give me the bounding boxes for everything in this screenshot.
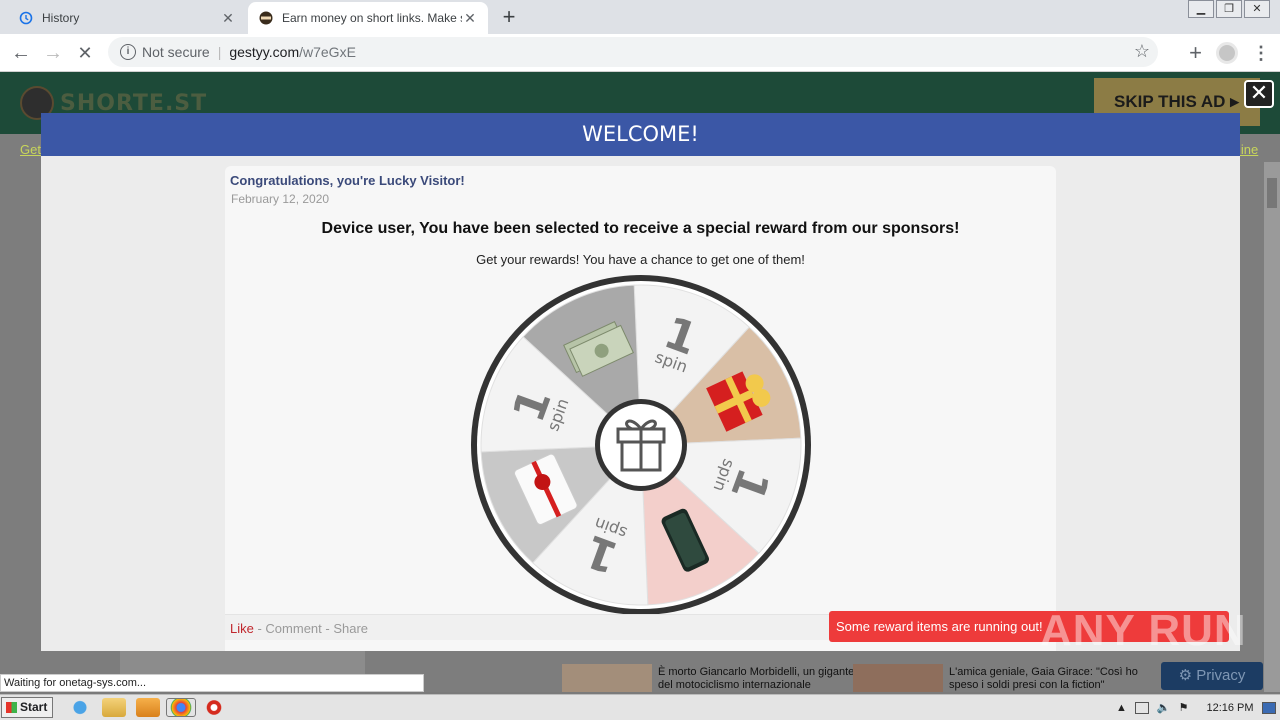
chrome-icon[interactable] [166,698,196,717]
menu-dots-icon[interactable]: ⋮ [1252,43,1270,64]
news-thumbnail [853,664,943,692]
separator: - [253,621,266,636]
like-link[interactable]: Like [230,621,254,636]
folder-icon[interactable] [102,698,126,717]
network-icon[interactable] [1134,701,1149,714]
info-icon[interactable]: i [120,44,136,60]
reward-card: Congratulations, you're Lucky Visitor! F… [225,166,1056,651]
news-headline: È morto Giancarlo Morbidelli, un gigante… [658,666,855,691]
bookmark-star-icon[interactable]: ☆ [1134,41,1150,62]
stop-loading-icon[interactable]: ✕ [72,40,98,66]
news-thumbnail [562,664,652,692]
welcome-modal: WELCOME! Congratulations, you're Lucky V… [41,113,1240,651]
tab-history[interactable]: History ✕ [8,2,246,34]
start-button[interactable]: Start [1,697,53,718]
toolbar-actions: + ⋮ [1189,40,1270,66]
scrollbar-thumb[interactable] [1267,178,1277,208]
opera-icon[interactable] [202,698,226,717]
nav-link-left[interactable]: Get [20,142,41,157]
new-tab-button[interactable]: + [498,6,520,28]
prize-wheel[interactable]: 1spin1spin1spin1spin [470,274,812,616]
windows-logo-icon [6,702,17,713]
browser-toolbar: ← → ✕ i Not secure | gestyy.com/w7eGxE ☆… [0,34,1280,72]
close-ad-button[interactable]: ✕ [1244,80,1274,108]
reward-subtext: Get your rewards! You have a chance to g… [476,252,805,267]
start-label: Start [20,700,48,714]
social-actions: Like - Comment - Share [230,621,368,636]
nav-link-right[interactable]: line [1238,142,1258,157]
share-link[interactable]: Share [333,621,368,636]
clock: 12:16 PM [1206,701,1254,714]
url-host: gestyy.com [229,44,300,60]
ninja-favicon-icon [258,10,274,26]
tray-arrow-icon[interactable]: ▲ [1116,702,1127,714]
tab-close-icon[interactable]: ✕ [462,10,478,27]
back-arrow-icon[interactable]: ← [8,40,34,66]
close-window-button[interactable]: ✕ [1244,0,1270,18]
separator: | [217,44,222,60]
status-bar: Waiting for onetag-sys.com... [0,674,424,692]
congrats-heading: Congratulations, you're Lucky Visitor! [230,173,465,188]
ie-icon[interactable] [68,698,92,717]
minimize-button[interactable]: ▁ [1188,0,1214,18]
restore-button[interactable]: ❐ [1216,0,1242,18]
windows-taskbar: Start ▲ 🔈 ⚑ 12:16 PM [0,694,1280,720]
tab-shortest[interactable]: Earn money on short links. Make sho ✕ [248,2,488,34]
privacy-label: Privacy [1196,667,1246,684]
anyrun-watermark: ANY RUN [1040,606,1247,655]
tab-close-icon[interactable]: ✕ [220,10,236,27]
skip-ad-label: SKIP THIS AD [1114,92,1226,111]
tab-title: Earn money on short links. Make sho [282,11,462,25]
profile-avatar[interactable] [1216,42,1238,64]
forward-arrow-icon[interactable]: → [40,40,66,66]
page-scrollbar[interactable] [1264,162,1280,692]
privacy-button[interactable]: ⚙ Privacy [1161,662,1263,690]
media-player-icon[interactable] [136,698,160,717]
reward-headline: Device user, You have been selected to r… [321,220,960,237]
news-headline: L'amica geniale, Gaia Girace: "Così ho s… [949,666,1138,691]
volume-icon[interactable]: 🔈 [1157,701,1171,714]
logo-text: SHORTE.ST [60,90,208,116]
flag-icon[interactable]: ⚑ [1179,701,1189,714]
window-controls: ▁ ❐ ✕ [1186,0,1270,18]
address-bar[interactable]: i Not secure | gestyy.com/w7eGxE ☆ [108,37,1158,67]
separator: - [321,621,334,636]
system-tray: ▲ 🔈 ⚑ 12:16 PM [1108,695,1280,720]
show-desktop-icon[interactable] [1261,701,1276,714]
comment-link[interactable]: Comment [265,621,321,636]
extension-plus-icon[interactable]: + [1189,40,1202,66]
security-label: Not secure [142,44,210,60]
modal-title: WELCOME! [41,113,1240,156]
tab-strip: History ✕ Earn money on short links. Mak… [0,0,1280,34]
tab-title: History [42,11,80,25]
history-icon [18,10,34,26]
url-path: /w7eGxE [299,44,356,60]
post-date: February 12, 2020 [231,192,330,206]
